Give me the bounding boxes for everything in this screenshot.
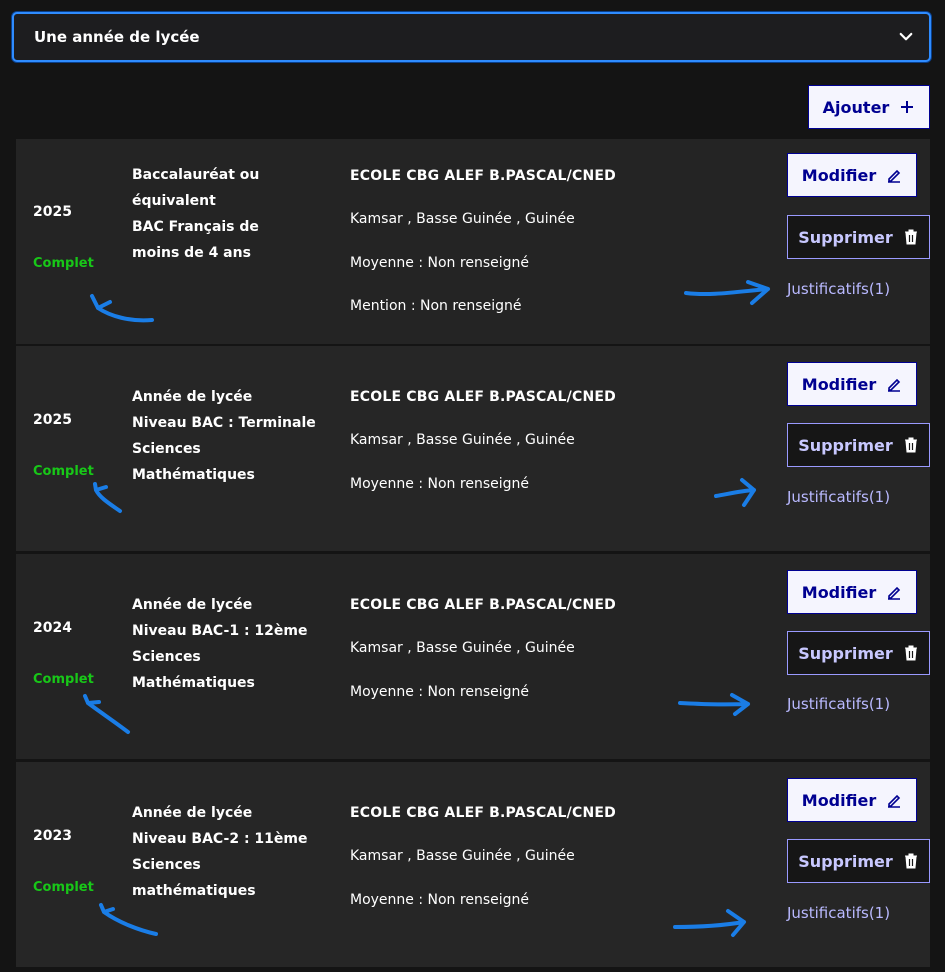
row-location: Kamsar , Basse Guinée , Guinée bbox=[350, 848, 575, 864]
add-button-label: Ajouter bbox=[822, 97, 890, 117]
education-row: 2023 Complet Année de lycée Niveau BAC-2… bbox=[16, 762, 930, 967]
modify-button[interactable]: Modifier bbox=[787, 570, 917, 614]
row-year: 2025 bbox=[33, 412, 72, 428]
modify-button[interactable]: Modifier bbox=[787, 153, 917, 197]
diploma-line: Baccalauréat ou bbox=[132, 167, 260, 183]
pencil-icon bbox=[888, 586, 901, 600]
row-year: 2023 bbox=[33, 828, 72, 844]
modify-button[interactable]: Modifier bbox=[787, 778, 917, 822]
trash-icon bbox=[904, 229, 917, 245]
row-diploma: Année de lycée Niveau BAC-1 : 12ème Scie… bbox=[132, 592, 322, 696]
trash-icon bbox=[904, 853, 917, 869]
delete-button[interactable]: Supprimer bbox=[787, 423, 930, 467]
row-school: ECOLE CBG ALEF B.PASCAL/CNED bbox=[350, 168, 616, 184]
justificatifs-link[interactable]: Justificatifs(1) bbox=[787, 488, 890, 506]
modify-button-label: Modifier bbox=[801, 165, 877, 185]
row-diploma: Baccalauréat ou équivalent BAC Français … bbox=[132, 162, 322, 266]
delete-button-label: Supprimer bbox=[798, 851, 893, 871]
row-location: Kamsar , Basse Guinée , Guinée bbox=[350, 640, 575, 656]
diploma-line: Sciences Mathématiques bbox=[132, 649, 255, 691]
modify-button-label: Modifier bbox=[801, 790, 877, 810]
select-label: Une année de lycée bbox=[34, 28, 200, 46]
row-school: ECOLE CBG ALEF B.PASCAL/CNED bbox=[350, 805, 616, 821]
education-row: 2025 Complet Baccalauréat ou équivalent … bbox=[16, 139, 930, 344]
diploma-line: équivalent bbox=[132, 193, 216, 209]
diploma-line: Année de lycée bbox=[132, 389, 253, 405]
row-diploma: Année de lycée Niveau BAC-2 : 11ème Scie… bbox=[132, 800, 322, 904]
page: Une année de lycée Ajouter 2025 Complet … bbox=[0, 0, 945, 972]
row-average: Moyenne : Non renseigné bbox=[350, 476, 529, 492]
row-location: Kamsar , Basse Guinée , Guinée bbox=[350, 211, 575, 227]
chevron-down-icon bbox=[899, 32, 913, 41]
diploma-line: Niveau BAC-1 : 12ème bbox=[132, 623, 308, 639]
row-average: Moyenne : Non renseigné bbox=[350, 892, 529, 908]
diploma-line: moins de 4 ans bbox=[132, 245, 251, 261]
justificatifs-link[interactable]: Justificatifs(1) bbox=[787, 280, 890, 298]
row-status: Complet bbox=[33, 672, 94, 687]
pencil-icon bbox=[888, 169, 901, 183]
pencil-icon bbox=[888, 794, 901, 808]
row-year: 2025 bbox=[33, 204, 72, 220]
add-button[interactable]: Ajouter bbox=[808, 85, 930, 129]
diploma-line: Année de lycée bbox=[132, 805, 253, 821]
row-status: Complet bbox=[33, 880, 94, 895]
row-year: 2024 bbox=[33, 620, 72, 636]
diploma-line: Sciences mathématiques bbox=[132, 857, 256, 899]
education-row: 2025 Complet Année de lycée Niveau BAC :… bbox=[16, 346, 930, 551]
row-school: ECOLE CBG ALEF B.PASCAL/CNED bbox=[350, 389, 616, 405]
diploma-line: Niveau BAC-2 : 11ème bbox=[132, 831, 308, 847]
row-location: Kamsar , Basse Guinée , Guinée bbox=[350, 432, 575, 448]
justificatifs-link[interactable]: Justificatifs(1) bbox=[787, 695, 890, 713]
justificatifs-link[interactable]: Justificatifs(1) bbox=[787, 904, 890, 922]
delete-button[interactable]: Supprimer bbox=[787, 215, 930, 259]
diploma-line: BAC Français de bbox=[132, 219, 259, 235]
delete-button-label: Supprimer bbox=[798, 227, 893, 247]
diploma-line: Sciences Mathématiques bbox=[132, 441, 255, 483]
diploma-line: Niveau BAC : Terminale bbox=[132, 415, 316, 431]
delete-button-label: Supprimer bbox=[798, 643, 893, 663]
row-status: Complet bbox=[33, 256, 94, 271]
pencil-icon bbox=[888, 378, 901, 392]
delete-button-label: Supprimer bbox=[798, 435, 893, 455]
delete-button[interactable]: Supprimer bbox=[787, 631, 930, 675]
education-row: 2024 Complet Année de lycée Niveau BAC-1… bbox=[16, 554, 930, 759]
diploma-line: Année de lycée bbox=[132, 597, 253, 613]
modify-button-label: Modifier bbox=[801, 582, 877, 602]
year-type-select[interactable]: Une année de lycée bbox=[12, 12, 931, 62]
row-average: Moyenne : Non renseigné bbox=[350, 255, 529, 271]
row-mention: Mention : Non renseigné bbox=[350, 298, 522, 314]
trash-icon bbox=[904, 437, 917, 453]
row-diploma: Année de lycée Niveau BAC : Terminale Sc… bbox=[132, 384, 322, 488]
row-status: Complet bbox=[33, 464, 94, 479]
trash-icon bbox=[904, 645, 917, 661]
row-average: Moyenne : Non renseigné bbox=[350, 684, 529, 700]
row-school: ECOLE CBG ALEF B.PASCAL/CNED bbox=[350, 597, 616, 613]
modify-button-label: Modifier bbox=[801, 374, 877, 394]
plus-icon bbox=[901, 101, 914, 113]
delete-button[interactable]: Supprimer bbox=[787, 839, 930, 883]
modify-button[interactable]: Modifier bbox=[787, 362, 917, 406]
